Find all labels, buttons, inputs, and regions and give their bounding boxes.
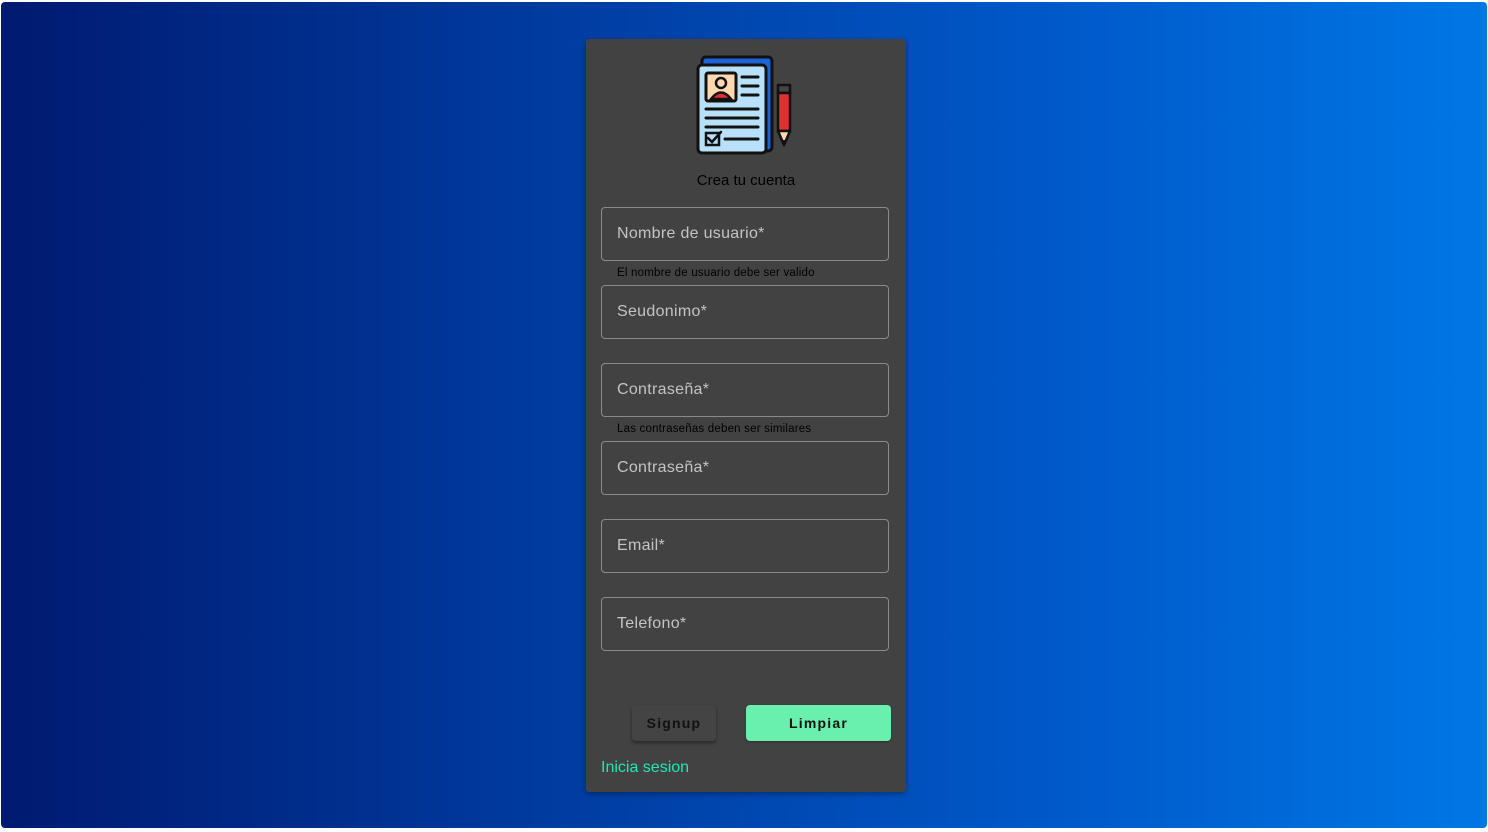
- email-input[interactable]: [602, 520, 888, 572]
- username-input[interactable]: [602, 208, 888, 260]
- nickname-field[interactable]: [601, 285, 889, 339]
- login-link[interactable]: Inicia sesion: [601, 759, 689, 777]
- phone-input[interactable]: [602, 598, 888, 650]
- background: Crea tu cuenta El nombre de usuario debe…: [1, 2, 1487, 828]
- confirm-password-input[interactable]: [602, 442, 888, 494]
- nickname-input[interactable]: [602, 286, 888, 338]
- email-field[interactable]: [601, 519, 889, 573]
- password-hint: Las contraseñas deben ser similares: [617, 423, 812, 435]
- username-field[interactable]: [601, 207, 889, 261]
- password-field[interactable]: [601, 363, 889, 417]
- form-title: Crea tu cuenta: [696, 172, 796, 189]
- resume-document-pencil-icon: [696, 55, 792, 155]
- clear-button[interactable]: Limpiar: [746, 705, 891, 741]
- password-input[interactable]: [602, 364, 888, 416]
- phone-field[interactable]: [601, 597, 889, 651]
- confirm-password-field[interactable]: [601, 441, 889, 495]
- signup-card: Crea tu cuenta El nombre de usuario debe…: [586, 39, 906, 792]
- username-hint: El nombre de usuario debe ser valido: [617, 267, 815, 279]
- signup-button[interactable]: Signup: [632, 705, 716, 741]
